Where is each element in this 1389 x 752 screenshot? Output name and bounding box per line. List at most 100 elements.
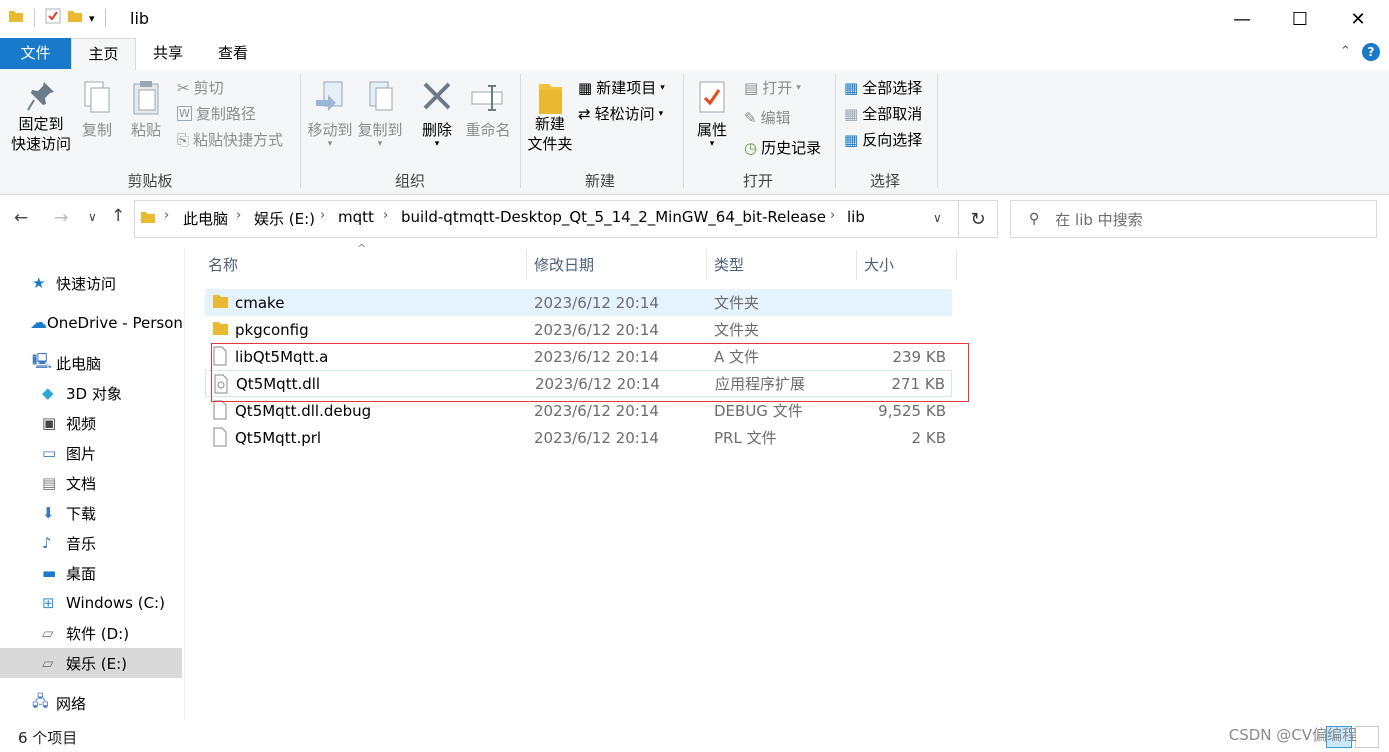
group-label-organize: 组织 [394,172,425,190]
maximize-button[interactable]: ☐ [1271,0,1329,38]
nav-item-this-pc[interactable]: 🖳 此电脑 [0,348,182,378]
file-type: 文件夹 [714,321,760,339]
cut-button[interactable]: ✂ 剪切 [177,77,224,98]
quick-access-toolbar: ▾ [8,8,110,28]
nav-item-drive-e[interactable]: ▱ 娱乐 (E:) [0,648,182,678]
navigation-pane: ★ 快速访问 ☁ OneDrive - Personal 🖳 此电脑 ◆ 3D 对象 ▣… [0,248,184,720]
folder-icon [8,8,24,28]
nav-item-pictures[interactable]: ▭ 图片 [0,438,182,468]
new-folder-button[interactable]: 新建 文件夹 [526,80,574,154]
properties-icon [692,80,732,114]
open-icon: ▤ [744,78,759,97]
new-folder-icon [526,80,574,114]
tab-home[interactable]: 主页 [71,38,136,71]
move-to-button[interactable]: 移动到 ▾ [306,80,354,149]
new-item-button[interactable]: ▦ 新建项目 ▾ [578,77,665,98]
edit-button[interactable]: ✎ 编辑 [744,107,791,128]
column-header-name[interactable]: 名称 [208,254,238,276]
nav-item-downloads[interactable]: ⬇ 下载 [0,498,182,528]
watermark: CSDN @CV偏编程 [1228,726,1357,744]
column-header-type[interactable]: 类型 [714,254,744,276]
address-dropdown-icon[interactable]: ∨ [933,211,942,225]
nav-item-videos[interactable]: ▣ 视频 [0,408,182,438]
breadcrumb-lib[interactable]: lib [847,208,865,226]
new-item-icon: ▦ [578,78,593,97]
search-placeholder: 在 lib 中搜索 [1055,210,1143,229]
easy-access-button[interactable]: ⇄ 轻松访问 ▾ [578,103,663,124]
folder-icon [211,292,229,314]
nav-item-quick-access[interactable]: ★ 快速访问 [0,268,182,298]
paste-shortcut-button[interactable]: ⎘ 粘贴快捷方式 [177,129,283,150]
nav-item-drive-c[interactable]: ⊞ Windows (C:) [0,588,182,618]
select-all-button[interactable]: ▦ 全部选择 [844,77,922,98]
nav-item-music[interactable]: ♪ 音乐 [0,528,182,558]
column-header-size[interactable]: 大小 [864,254,894,276]
move-to-icon [306,80,354,114]
paste-button[interactable]: 粘贴 [126,80,166,140]
file-row[interactable]: cmake 2023/6/12 20:14 文件夹 [205,289,952,316]
rename-button[interactable]: 重命名 [464,80,512,140]
windows-drive-icon: ⊞ [42,594,55,612]
tab-view[interactable]: 查看 [203,38,263,69]
nav-item-network[interactable]: 🖧 网络 [0,688,182,718]
history-label: 历史记录 [761,139,822,157]
title-bar: ▾ lib — ☐ ✕ [0,0,1389,38]
file-name: cmake [235,293,285,312]
file-row[interactable]: Qt5Mqtt.prl 2023/6/12 20:14 PRL 文件 2 KB [205,424,952,451]
search-box[interactable]: ⚲ 在 lib 中搜索 [1010,200,1377,238]
ribbon: 固定到 快速访问 复制 粘贴 ✂ 剪切 W 复制路径 ⎘ 粘贴快捷方式 剪贴板 移动到… [0,70,1389,195]
breadcrumb-drive-e[interactable]: 娱乐 (E:) [254,208,315,229]
rename-label: 重命名 [465,121,511,139]
nav-item-documents[interactable]: ▤ 文档 [0,468,182,498]
edit-label: 编辑 [760,109,791,127]
tab-share[interactable]: 共享 [138,38,198,69]
recent-locations-chevron-icon[interactable]: ∨ [88,210,97,224]
forward-arrow-icon[interactable]: → [54,208,68,228]
nav-item-3d-objects[interactable]: ◆ 3D 对象 [0,378,182,408]
nav-item-desktop[interactable]: ▬ 桌面 [0,558,182,588]
copy-icon [78,80,116,114]
copy-button[interactable]: 复制 [78,80,116,140]
file-date: 2023/6/12 20:14 [534,320,659,339]
large-icons-view-icon[interactable] [1355,726,1379,748]
customize-dropdown-icon[interactable]: ▾ [89,12,95,25]
nav-item-onedrive[interactable]: ☁ OneDrive - Personal [0,308,182,338]
video-icon: ▣ [42,414,57,432]
copy-path-button[interactable]: W 复制路径 [177,103,256,124]
invert-selection-button[interactable]: ▦ 反向选择 [844,129,922,150]
group-label-select: 选择 [869,172,900,190]
close-button[interactable]: ✕ [1329,0,1387,38]
help-icon[interactable]: ? [1362,43,1380,61]
breadcrumb-chevron-icon: › [164,208,170,223]
pin-to-quick-access-button[interactable]: 固定到 快速访问 [6,80,76,154]
column-header-date[interactable]: 修改日期 [534,254,594,276]
open-button[interactable]: ▤ 打开 ▾ [744,77,801,98]
breadcrumb-mqtt[interactable]: mqtt [338,208,374,226]
breadcrumb-this-pc[interactable]: 此电脑 [183,208,228,229]
pin-icon [6,80,76,114]
picture-icon: ▭ [42,444,57,462]
refresh-button[interactable]: ↻ [959,200,998,238]
move-to-label: 移动到 [307,121,353,139]
sort-indicator-icon: ^ [357,242,367,255]
select-none-button[interactable]: ▦ 全部取消 [844,103,922,124]
breadcrumb-build-folder[interactable]: build-qtmqtt-Desktop_Qt_5_14_2_MinGW_64_… [401,208,826,226]
nav-item-drive-d[interactable]: ▱ 软件 (D:) [0,618,182,648]
invert-selection-label: 反向选择 [862,131,923,149]
collapse-ribbon-icon[interactable]: ⌃ [1340,44,1351,59]
tab-file[interactable]: 文件 [0,38,71,69]
download-icon: ⬇ [42,504,55,522]
new-folder-qat-icon[interactable] [67,8,83,28]
history-button[interactable]: ◷ 历史记录 [744,137,821,158]
back-arrow-icon[interactable]: ← [14,208,28,228]
delete-button[interactable]: 删除 ▾ [418,80,456,149]
up-arrow-icon[interactable]: ↑ [111,206,125,226]
rename-icon [464,80,512,114]
properties-check-icon[interactable] [45,8,61,28]
copy-to-button[interactable]: 复制到 ▾ [356,80,404,149]
file-row[interactable]: pkgconfig 2023/6/12 20:14 文件夹 [205,316,952,343]
group-label-clipboard: 剪贴板 [127,172,173,190]
minimize-button[interactable]: — [1213,0,1271,38]
properties-button[interactable]: 属性 ▾ [692,80,732,149]
paste-shortcut-icon: ⎘ [177,130,190,149]
